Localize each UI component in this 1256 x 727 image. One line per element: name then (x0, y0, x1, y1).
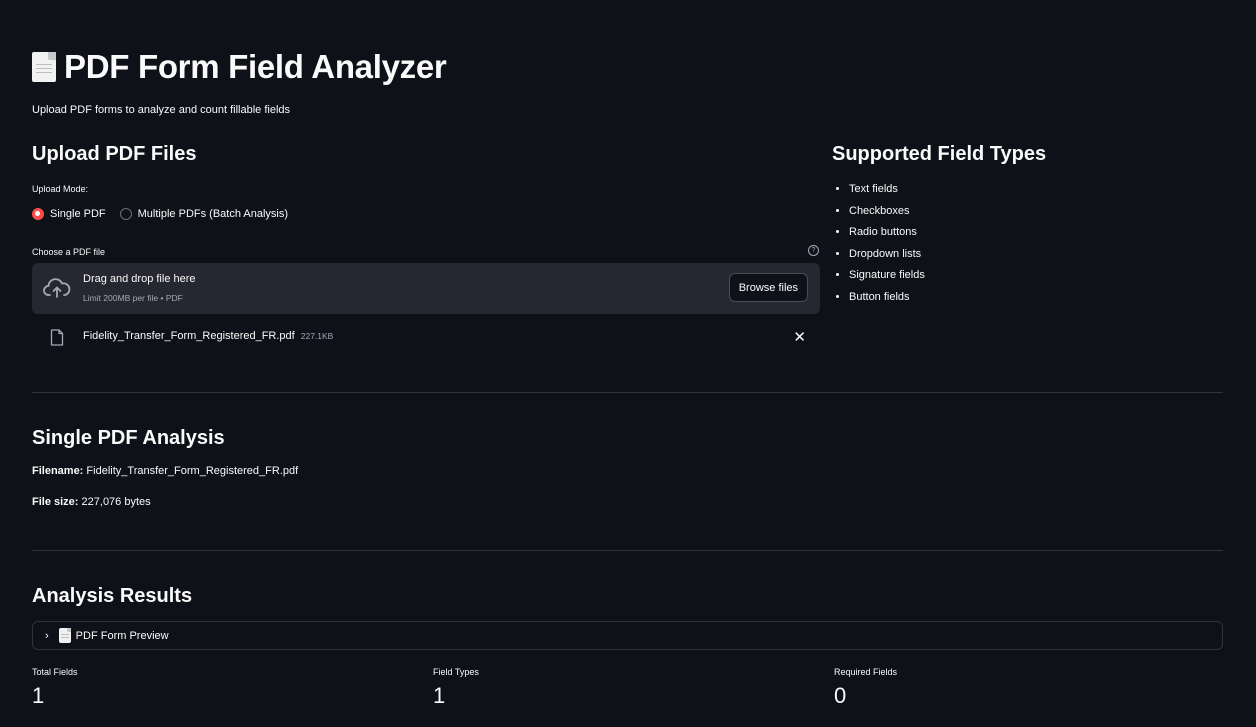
metric-label: Field Types (433, 667, 479, 677)
metric-required-fields: Required Fields 0 (834, 667, 897, 709)
upload-heading: Upload PDF Files (32, 143, 197, 165)
uploaded-file-name: Fidelity_Transfer_Form_Registered_FR.pdf (83, 330, 295, 342)
page-title-text: PDF Form Field Analyzer (64, 48, 447, 85)
radio-unselected-indicator (119, 208, 132, 220)
cloud-upload-icon (43, 278, 71, 298)
radio-multiple-pdfs-label: Multiple PDFs (Batch Analysis) (137, 208, 289, 220)
list-item: Signature fields (849, 266, 925, 288)
document-icon (58, 628, 71, 643)
radio-multiple-pdfs[interactable]: Multiple PDFs (Batch Analysis) (119, 208, 289, 220)
list-item: Radio buttons (849, 223, 925, 245)
pdf-preview-label: PDF Form Preview (75, 629, 169, 642)
metric-label: Total Fields (32, 667, 78, 677)
metric-label: Required Fields (834, 667, 898, 677)
help-icon[interactable]: ? (808, 245, 819, 256)
filename-value: Fidelity_Transfer_Form_Registered_FR.pdf (86, 465, 299, 477)
radio-single-pdf-label: Single PDF (50, 208, 106, 220)
results-heading: Analysis Results (32, 585, 193, 607)
metric-total-fields: Total Fields 1 (32, 667, 78, 709)
dropzone-instructions: Drag and drop file here (83, 273, 196, 285)
uploader-label: Choose a PDF file (32, 247, 106, 257)
metric-field-types: Field Types 1 (433, 667, 479, 709)
file-dropzone[interactable]: Drag and drop file here Limit 200MB per … (32, 263, 820, 314)
filesize-label: File size: (32, 496, 79, 508)
metric-value: 1 (32, 683, 45, 708)
list-item: Text fields (849, 180, 925, 202)
divider (32, 392, 1223, 393)
supported-types-list: Text fields Checkboxes Radio buttons Dro… (832, 180, 925, 310)
list-item: Dropdown lists (849, 245, 925, 267)
filename-label: Filename: (32, 465, 84, 477)
uploaded-file-size: 227.1KB (300, 331, 334, 341)
radio-single-pdf[interactable]: Single PDF (32, 208, 106, 220)
page-subtitle: Upload PDF forms to analyze and count fi… (32, 104, 291, 116)
browse-files-button[interactable]: Browse files (728, 273, 808, 302)
filesize-line: File size: 227,076 bytes (32, 496, 151, 508)
metric-value: 1 (433, 683, 446, 708)
uploaded-file-row: Fidelity_Transfer_Form_Registered_FR.pdf… (32, 326, 820, 348)
upload-mode-radio-group: Single PDF Multiple PDFs (Batch Analysis… (32, 208, 288, 220)
file-icon (50, 329, 64, 346)
pdf-preview-expander[interactable]: › PDF Form Preview (32, 621, 1223, 650)
divider (32, 550, 1223, 551)
chevron-right-icon: › (45, 629, 49, 642)
analysis-heading: Single PDF Analysis (32, 427, 225, 449)
filename-line: Filename: Fidelity_Transfer_Form_Registe… (32, 465, 298, 477)
supported-heading: Supported Field Types (832, 143, 1047, 165)
filesize-value: 227,076 bytes (81, 496, 151, 508)
upload-mode-label: Upload Mode: (32, 184, 89, 194)
list-item: Checkboxes (849, 202, 925, 224)
metric-value: 0 (834, 683, 847, 708)
document-icon (32, 52, 56, 82)
radio-selected-indicator (32, 208, 44, 220)
dropzone-limit: Limit 200MB per file • PDF (83, 293, 183, 303)
page-title: PDF Form Field Analyzer (32, 48, 447, 86)
list-item: Button fields (849, 288, 925, 310)
remove-file-icon[interactable]: ✕ (793, 328, 806, 346)
